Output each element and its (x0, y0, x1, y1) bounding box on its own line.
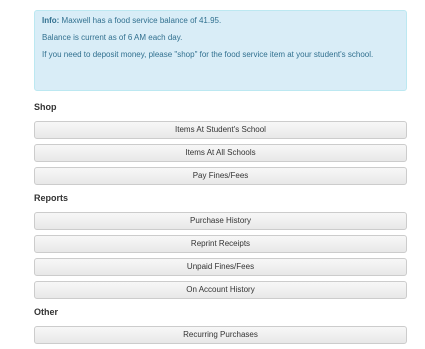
deposit-instructions: If you need to deposit money, please "sh… (42, 50, 374, 59)
pay-fines-fees-button[interactable]: Pay Fines/Fees (34, 167, 407, 185)
unpaid-fines-fees-button[interactable]: Unpaid Fines/Fees (34, 258, 407, 276)
purchase-history-button[interactable]: Purchase History (34, 212, 407, 230)
shop-section-title: Shop (34, 102, 57, 112)
balance-line: Info: Maxwell has a food service balance… (42, 15, 399, 26)
reprint-receipts-button[interactable]: Reprint Receipts (34, 235, 407, 253)
balance-current-note: Balance is current as of 6 AM each day. (42, 33, 183, 42)
on-account-history-button[interactable]: On Account History (34, 281, 407, 299)
reports-section-title: Reports (34, 193, 69, 203)
items-at-all-schools-button[interactable]: Items At All Schools (34, 144, 407, 162)
info-alert: Info: Maxwell has a food service balance… (34, 10, 407, 91)
info-label: Info: (42, 16, 60, 25)
other-section-title: Other (34, 307, 59, 317)
recurring-purchases-button[interactable]: Recurring Purchases (34, 326, 407, 344)
items-at-students-school-button[interactable]: Items At Student's School (34, 121, 407, 139)
balance-text: Maxwell has a food service balance of 41… (59, 16, 222, 25)
page: Info: Maxwell has a food service balance… (0, 0, 425, 349)
